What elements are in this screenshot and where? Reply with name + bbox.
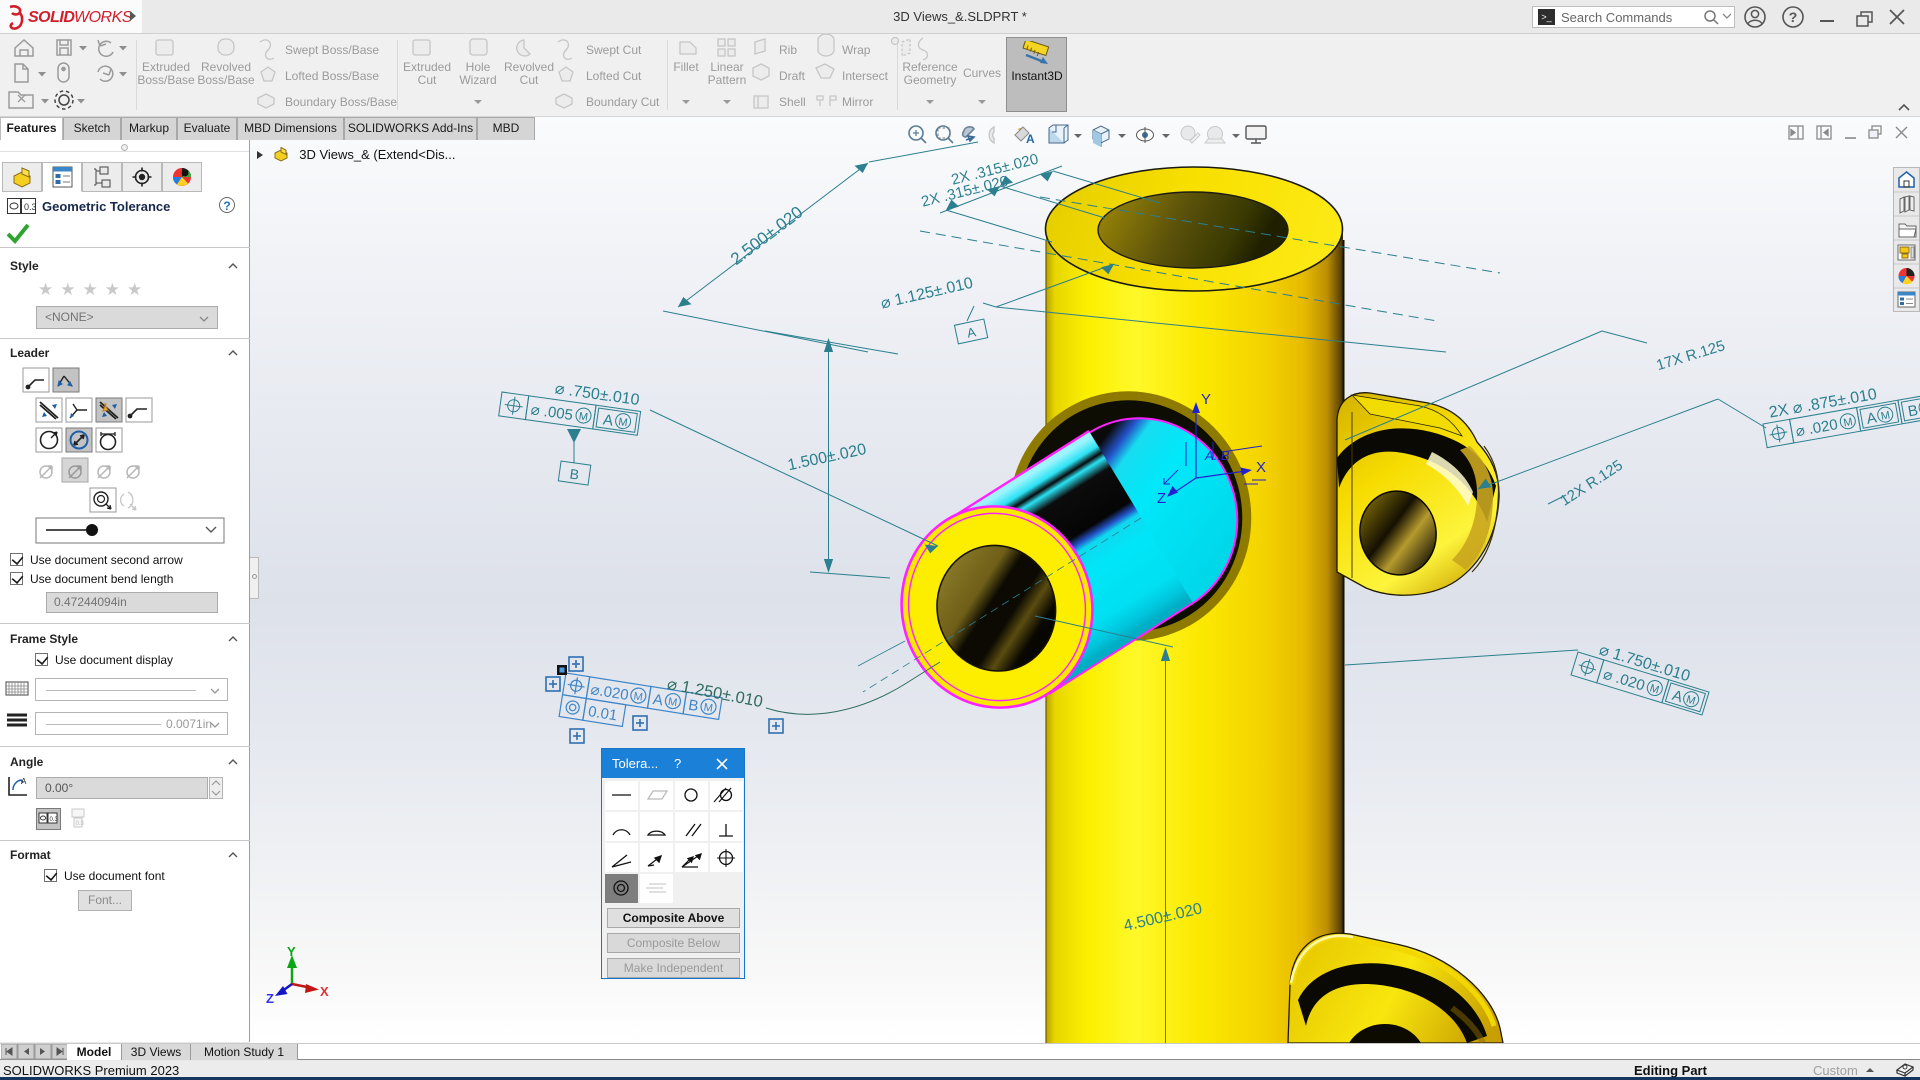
svg-text:M: M	[578, 410, 589, 423]
svg-text:A: A	[602, 411, 614, 429]
svg-text:A: A	[21, 777, 27, 786]
svg-text:0.3: 0.3	[50, 817, 59, 823]
svg-text:X: X	[1256, 459, 1266, 476]
svg-text:12X R.125: 12X R.125	[1557, 457, 1626, 510]
svg-text:2X ⌀ .875±.010: 2X ⌀ .875±.010	[1768, 386, 1879, 422]
svg-text:A..B: A..B	[1204, 448, 1230, 463]
svg-text:B: B	[569, 465, 580, 482]
svg-text:A: A	[1865, 409, 1878, 427]
svg-text:0.3: 0.3	[76, 821, 85, 827]
svg-text:M: M	[618, 416, 629, 429]
svg-text:2.500±.020: 2.500±.020	[727, 202, 806, 268]
svg-text:M: M	[1843, 416, 1854, 429]
svg-text:X: X	[320, 984, 329, 999]
svg-text:A: A	[1670, 687, 1685, 706]
svg-text:M: M	[667, 696, 678, 709]
svg-text:⌀ 1.125±.010: ⌀ 1.125±.010	[879, 275, 975, 313]
svg-text:M: M	[1880, 409, 1891, 422]
svg-text:M: M	[703, 702, 714, 715]
svg-text:A: A	[652, 691, 665, 709]
svg-text:A: A	[1026, 132, 1035, 146]
svg-text:M: M	[633, 690, 644, 703]
svg-text:17X R.125: 17X R.125	[1654, 337, 1727, 374]
svg-text:Y: Y	[287, 944, 296, 959]
svg-text:B: B	[687, 697, 700, 715]
svg-text:A: A	[966, 324, 978, 341]
svg-text:1.500±.020: 1.500±.020	[786, 441, 868, 474]
svg-text:Z: Z	[1157, 490, 1166, 507]
svg-text:⌀ .750±.010: ⌀ .750±.010	[554, 380, 641, 409]
svg-text:?: ?	[1789, 9, 1798, 25]
svg-text:0.3: 0.3	[24, 202, 37, 212]
svg-text:Y: Y	[1201, 391, 1211, 408]
svg-text:⌀ 1.250±.010: ⌀ 1.250±.010	[666, 675, 765, 711]
svg-text:⌀ .020: ⌀ .020	[1794, 416, 1839, 440]
svg-text:B: B	[1907, 402, 1920, 420]
svg-text:Z: Z	[266, 991, 274, 1006]
